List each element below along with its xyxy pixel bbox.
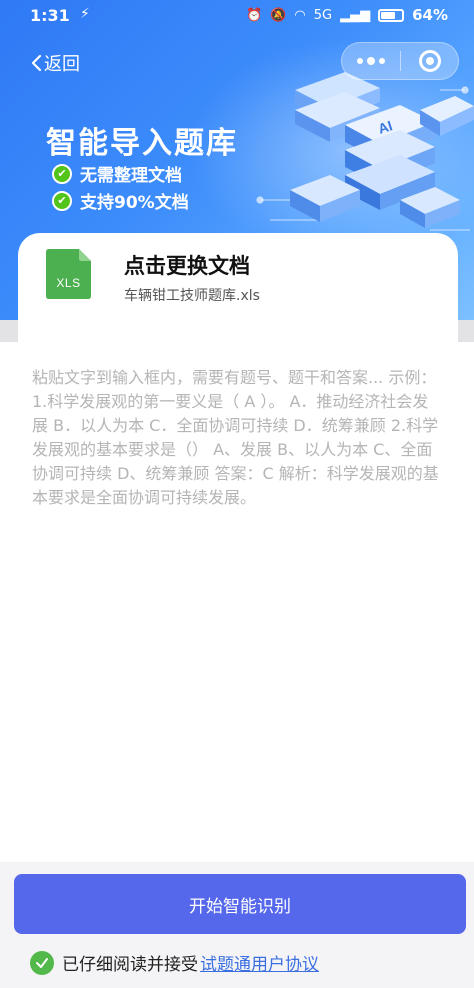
status-time: 1:31 [30,6,70,25]
hero-title: 智能导入题库 [46,126,238,161]
battery-icon [378,8,405,22]
file-type-label: XLS [56,276,81,290]
feature-item: ✔ 无需整理文档 [52,161,182,186]
signal-bars-icon: ▂▄▆ [340,7,371,23]
back-label: 返回 [44,54,80,75]
signal-5g-icon: 5G [313,7,333,23]
target-close-icon [418,50,441,72]
start-recognition-button[interactable]: 开始智能识别 [14,874,466,934]
check-circle-icon: ✔ [52,190,72,211]
back-button[interactable]: 返回 [30,50,80,76]
ai-server-illustration: AI [256,72,474,231]
data-saver-icon: ⚡ [80,6,90,22]
feature-label: 无需整理文档 [80,166,182,186]
agreement-text: 已仔细阅读并接受 [62,955,198,975]
agreement-checkbox[interactable] [30,950,54,975]
alarm-icon: ⏰ [246,7,263,23]
miniprogram-capsule [341,42,459,80]
xls-file-icon[interactable]: XLS [46,249,91,299]
check-circle-icon: ✔ [52,163,72,184]
checkmark-icon [36,957,48,968]
chevron-left-icon [31,54,42,72]
more-menu-button[interactable] [342,43,400,79]
mute-icon: 🔕 [270,7,287,23]
more-dot-right [379,58,385,64]
document-icon [46,249,91,299]
paste-panel [0,342,474,862]
file-name: 车辆钳工技师题库.xls [124,288,260,304]
more-dots-icon [357,58,363,64]
battery-percent: 64% [412,6,448,24]
agreement-row: 已仔细阅读并接受 试题通用户协议 [30,950,319,975]
status-bar: 1:31 ⚡ ⏰ 🔕 ◠ 5G ▂▄▆ 64% [0,0,474,34]
wifi-icon: ◠ [294,7,306,23]
paste-text-input[interactable] [32,366,444,666]
more-dot-center [367,57,375,65]
user-agreement-link[interactable]: 试题通用户协议 [200,950,319,975]
file-card[interactable]: XLS 点击更换文档 车辆钳工技师题库.xls [18,233,458,343]
change-document-button[interactable]: 点击更换文档 [124,250,250,280]
close-miniprogram-button[interactable] [401,43,458,79]
feature-label: 支持90%文档 [80,193,189,213]
feature-item: ✔ 支持90%文档 [52,188,189,213]
status-icons: ⏰ 🔕 ◠ 5G ▂▄▆ 64% [246,6,448,24]
